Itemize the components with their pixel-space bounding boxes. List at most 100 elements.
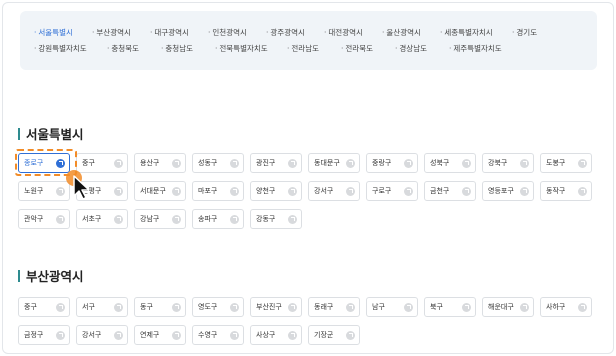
district-chip[interactable]: 도봉구	[540, 153, 592, 173]
section-bar	[18, 269, 20, 282]
region-link-incheon[interactable]: 인천광역시	[208, 28, 266, 38]
district-chip[interactable]: 성동구	[192, 153, 244, 173]
region-link-jeonbuk[interactable]: 전북특별자치도	[215, 44, 287, 54]
region-link-gangwon[interactable]: 강원특별자치도	[34, 44, 107, 54]
region-link-gyeongnam[interactable]: 경상남도	[395, 44, 449, 54]
district-chip[interactable]: 강서구	[76, 325, 128, 345]
district-chip[interactable]: 강북구	[482, 153, 534, 173]
external-link-icon[interactable]	[56, 330, 65, 340]
region-link-ulsan[interactable]: 울산광역시	[382, 28, 440, 38]
external-link-icon[interactable]	[288, 186, 297, 196]
region-link-sejong[interactable]: 세종특별자치시	[440, 28, 512, 38]
external-link-icon[interactable]	[578, 158, 587, 168]
external-link-icon[interactable]	[462, 302, 471, 312]
district-chip[interactable]: 광진구	[250, 153, 302, 173]
external-link-icon[interactable]	[230, 330, 239, 340]
external-link-icon[interactable]	[346, 330, 355, 340]
district-chip[interactable]: 노원구	[18, 181, 70, 201]
district-chip[interactable]: 영도구	[192, 297, 244, 317]
region-link-gyeonggi[interactable]: 경기도	[512, 28, 570, 38]
district-chip[interactable]: 중랑구	[366, 153, 418, 173]
external-link-icon[interactable]	[230, 158, 239, 168]
district-chip[interactable]: 연제구	[134, 325, 186, 345]
district-chip[interactable]: 서초구	[76, 209, 128, 229]
chip-label: 사상구	[256, 331, 276, 339]
external-link-icon[interactable]	[172, 158, 181, 168]
district-chip[interactable]: 양천구	[250, 181, 302, 201]
district-chip[interactable]: 용산구	[134, 153, 186, 173]
external-link-icon[interactable]	[288, 214, 297, 224]
district-chip[interactable]: 동대문구	[308, 153, 360, 173]
district-chip[interactable]: 동래구	[308, 297, 360, 317]
external-link-icon[interactable]	[56, 302, 65, 312]
external-link-icon[interactable]	[114, 330, 123, 340]
external-link-icon[interactable]	[462, 186, 471, 196]
chip-label: 해운대구	[488, 303, 514, 311]
chip-label: 구로구	[372, 187, 392, 195]
region-link-chungbuk[interactable]: 충청북도	[107, 44, 161, 54]
district-chip[interactable]: 영등포구	[482, 181, 534, 201]
district-chip[interactable]: 강남구	[134, 209, 186, 229]
external-link-icon[interactable]	[404, 302, 413, 312]
district-chip[interactable]: 강동구	[250, 209, 302, 229]
district-chip[interactable]: 중구	[18, 297, 70, 317]
external-link-icon[interactable]	[578, 302, 587, 312]
region-link-chungnam[interactable]: 충청남도	[161, 44, 215, 54]
district-chip[interactable]: 해운대구	[482, 297, 534, 317]
region-link-gwangju[interactable]: 광주광역시	[266, 28, 324, 38]
region-link-daejeon[interactable]: 대전광역시	[324, 28, 382, 38]
district-chip[interactable]: 서구	[76, 297, 128, 317]
external-link-icon[interactable]	[230, 302, 239, 312]
district-chip[interactable]: 금천구	[424, 181, 476, 201]
district-chip[interactable]: 북구	[424, 297, 476, 317]
external-link-icon[interactable]	[230, 186, 239, 196]
external-link-icon[interactable]	[520, 302, 529, 312]
external-link-icon[interactable]	[114, 214, 123, 224]
district-chip[interactable]: 남구	[366, 297, 418, 317]
region-link-jeonbuk-do[interactable]: 전라북도	[341, 44, 395, 54]
region-link-jeonnam[interactable]: 전라남도	[287, 44, 341, 54]
region-link-seoul[interactable]: 서울특별시	[34, 28, 92, 38]
district-chip[interactable]: 사하구	[540, 297, 592, 317]
district-chip[interactable]: 동작구	[540, 181, 592, 201]
chip-label: 서초구	[82, 215, 102, 223]
external-link-icon[interactable]	[288, 302, 297, 312]
district-chip[interactable]: 금정구	[18, 325, 70, 345]
district-chip[interactable]: 수영구	[192, 325, 244, 345]
district-chip[interactable]: 관악구	[18, 209, 70, 229]
external-link-icon[interactable]	[404, 158, 413, 168]
external-link-icon[interactable]	[114, 158, 123, 168]
external-link-icon[interactable]	[346, 158, 355, 168]
district-chip[interactable]: 성북구	[424, 153, 476, 173]
district-chip[interactable]: 부산진구	[250, 297, 302, 317]
district-chip[interactable]: 동구	[134, 297, 186, 317]
external-link-icon[interactable]	[172, 214, 181, 224]
external-link-icon[interactable]	[520, 186, 529, 196]
district-chip[interactable]: 사상구	[250, 325, 302, 345]
district-chip[interactable]: 마포구	[192, 181, 244, 201]
external-link-icon[interactable]	[172, 186, 181, 196]
external-link-icon[interactable]	[114, 186, 123, 196]
external-link-icon[interactable]	[114, 302, 123, 312]
external-link-icon[interactable]	[56, 214, 65, 224]
region-link-daegu[interactable]: 대구광역시	[150, 28, 208, 38]
external-link-icon[interactable]	[462, 158, 471, 168]
district-chip[interactable]: 서대문구	[134, 181, 186, 201]
external-link-icon[interactable]	[288, 330, 297, 340]
external-link-icon[interactable]	[172, 302, 181, 312]
district-chip[interactable]: 기장군	[308, 325, 360, 345]
region-link-jeju[interactable]: 제주특별자치도	[449, 44, 529, 54]
external-link-icon[interactable]	[172, 330, 181, 340]
district-chip[interactable]: 송파구	[192, 209, 244, 229]
external-link-icon[interactable]	[578, 186, 587, 196]
region-link-busan[interactable]: 부산광역시	[92, 28, 150, 38]
district-chip[interactable]: 강서구	[308, 181, 360, 201]
external-link-icon[interactable]	[520, 158, 529, 168]
external-link-icon[interactable]	[288, 158, 297, 168]
external-link-icon[interactable]	[346, 302, 355, 312]
chip-label: 성동구	[198, 159, 218, 167]
external-link-icon[interactable]	[230, 214, 239, 224]
external-link-icon[interactable]	[346, 186, 355, 196]
district-chip[interactable]: 구로구	[366, 181, 418, 201]
external-link-icon[interactable]	[404, 186, 413, 196]
